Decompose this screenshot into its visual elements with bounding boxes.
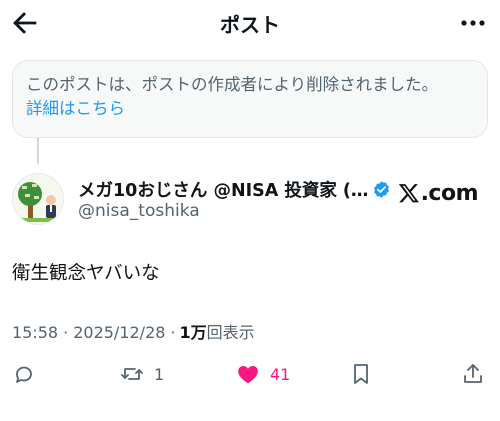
- bookmark-icon: [354, 364, 368, 384]
- more-dots-icon: [461, 20, 485, 26]
- like-count: 41: [270, 364, 291, 384]
- repost-button[interactable]: 1: [120, 361, 164, 387]
- avatar[interactable]: [12, 173, 64, 225]
- author-handle[interactable]: @nisa_toshika: [78, 201, 200, 221]
- details-link[interactable]: 詳細はこちら: [26, 97, 125, 121]
- verified-badge-icon: [374, 180, 390, 198]
- post-date[interactable]: 2025/12/28: [73, 323, 165, 342]
- views-label: 回表示: [206, 323, 255, 342]
- thread-connector: [37, 138, 39, 164]
- source-domain: .com: [420, 180, 479, 206]
- author-name-row[interactable]: メガ10おじさん @NISA 投資家 (…: [78, 176, 391, 202]
- deleted-message: このポストは、ポストの作成者により削除されました。: [26, 75, 439, 94]
- avatar-image: [13, 174, 63, 224]
- display-name[interactable]: メガ10おじさん @NISA 投資家 (…: [78, 177, 368, 202]
- reply-icon: [16, 366, 32, 383]
- like-button[interactable]: 41: [236, 361, 290, 387]
- heart-icon: [238, 366, 258, 384]
- x-logo-icon: [398, 184, 419, 203]
- bookmark-button[interactable]: [349, 361, 373, 387]
- repost-icon: [121, 368, 143, 380]
- top-bar: ポスト: [0, 0, 500, 46]
- views-count: 1万: [179, 323, 207, 342]
- meta-separator: ·: [63, 323, 69, 342]
- share-icon: [464, 364, 482, 383]
- more-options-button[interactable]: [456, 6, 490, 40]
- share-button[interactable]: [461, 361, 485, 387]
- page-title: ポスト: [220, 13, 280, 37]
- post-time[interactable]: 15:58: [12, 323, 58, 342]
- post-metadata: 15:58 · 2025/12/28 · 1万 回表示: [12, 319, 255, 343]
- meta-separator: ·: [170, 323, 176, 342]
- post-text: 衛生観念ヤバいな: [12, 263, 160, 284]
- reply-button[interactable]: [12, 361, 46, 387]
- x-com-watermark: .com: [398, 180, 479, 206]
- deleted-post-notice: このポストは、ポストの作成者により削除されました。 詳細はこちら: [12, 60, 488, 138]
- repost-count: 1: [154, 364, 165, 384]
- action-bar: 1 41: [0, 357, 500, 391]
